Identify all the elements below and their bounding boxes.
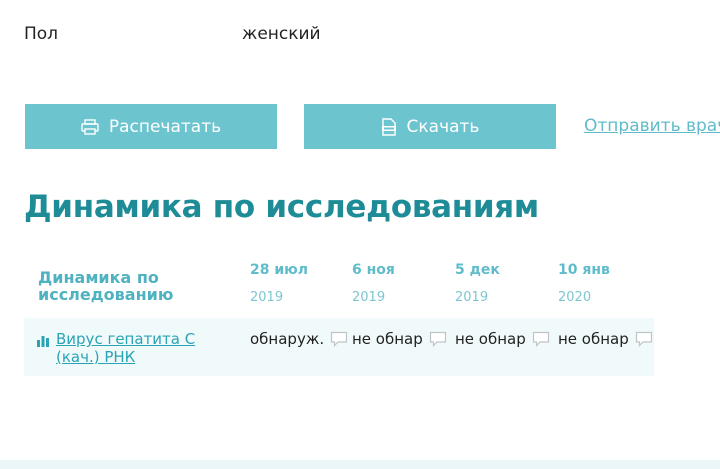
document-download-icon — [381, 117, 397, 136]
result-cell: не обнар — [558, 330, 653, 348]
result-cell: не обнар — [455, 330, 550, 348]
date-year: 2019 — [352, 290, 386, 305]
date-day: 6 ноя — [352, 262, 395, 278]
printer-icon — [81, 118, 99, 135]
test-name-link[interactable]: Вирус гепатита С (кач.) РНК — [56, 330, 241, 366]
result-value: обнаруж. — [250, 330, 325, 348]
result-value: не обнар — [558, 330, 629, 348]
date-day: 10 янв — [558, 262, 610, 278]
speech-bubble-icon[interactable] — [532, 331, 550, 347]
date-column-3: 5 дек 2019 — [455, 262, 555, 305]
date-year: 2019 — [455, 290, 489, 305]
date-year: 2019 — [250, 290, 284, 305]
print-button[interactable]: Распечатать — [25, 104, 277, 149]
table-header-label: Динамика по исследованию — [38, 268, 174, 304]
download-button-label: Скачать — [406, 116, 480, 137]
date-year: 2020 — [558, 290, 592, 305]
print-button-label: Распечатать — [108, 116, 222, 137]
section-title: Динамика по исследованиям — [24, 189, 539, 225]
date-day: 5 дек — [455, 262, 500, 278]
result-value: не обнар — [455, 330, 526, 348]
gender-value: женский — [242, 24, 321, 44]
date-column-4: 10 янв 2020 — [558, 262, 658, 305]
bar-chart-icon[interactable] — [37, 332, 49, 351]
table-row: Вирус гепатита С (кач.) РНК обнаруж. не … — [24, 318, 654, 376]
speech-bubble-icon[interactable] — [635, 331, 653, 347]
speech-bubble-icon[interactable] — [330, 331, 348, 347]
result-value: не обнар — [352, 330, 423, 348]
result-cell: обнаруж. — [250, 330, 348, 348]
gender-label: Пол — [24, 24, 59, 44]
date-column-2: 6 ноя 2019 — [352, 262, 452, 305]
date-day: 28 июл — [250, 262, 309, 278]
date-column-1: 28 июл 2019 — [250, 262, 350, 305]
send-to-doctor-link[interactable]: Отправить врачу — [584, 116, 720, 136]
download-button[interactable]: Скачать — [304, 104, 556, 149]
result-cell: не обнар — [352, 330, 447, 348]
footer-strip — [0, 460, 720, 469]
speech-bubble-icon[interactable] — [429, 331, 447, 347]
